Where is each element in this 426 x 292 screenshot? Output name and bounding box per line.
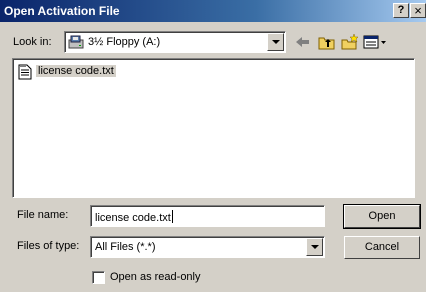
file-list[interactable]: license code.txt <box>12 58 415 198</box>
file-name-field[interactable]: license code.txt <box>90 205 325 227</box>
floppy-drive-icon <box>68 35 84 49</box>
look-in-value: 3½ Floppy (A:) <box>88 36 161 48</box>
file-name-label: File name: <box>17 209 69 221</box>
close-button[interactable]: × <box>410 3 426 18</box>
open-button[interactable]: Open <box>343 204 421 229</box>
files-of-type-dropdown[interactable]: All Files (*.*) <box>90 236 325 258</box>
text-caret <box>171 210 173 223</box>
views-menu-icon[interactable] <box>362 33 388 51</box>
text-file-icon <box>18 64 32 80</box>
file-name-value: license code.txt <box>95 212 171 224</box>
help-button[interactable]: ? <box>393 3 409 18</box>
look-in-dropdown-arrow-icon[interactable] <box>267 33 284 51</box>
files-of-type-label: Files of type: <box>17 240 80 252</box>
files-of-type-dropdown-arrow-icon[interactable] <box>306 238 323 256</box>
window-title: Open Activation File <box>4 4 120 18</box>
file-list-item-label: license code.txt <box>36 65 116 77</box>
up-folder-icon[interactable] <box>317 33 337 51</box>
open-activation-file-dialog: Open Activation File ? × Look in: 3½ Flo… <box>0 0 426 292</box>
read-only-checkbox[interactable] <box>92 271 105 284</box>
back-icon[interactable] <box>293 33 313 51</box>
new-folder-icon[interactable] <box>340 33 360 51</box>
look-in-dropdown[interactable]: 3½ Floppy (A:) <box>64 31 286 53</box>
cancel-button[interactable]: Cancel <box>344 236 420 259</box>
title-bar[interactable]: Open Activation File ? × <box>0 0 426 22</box>
look-in-label: Look in: <box>13 36 52 48</box>
read-only-label[interactable]: Open as read-only <box>110 271 201 283</box>
files-of-type-value: All Files (*.*) <box>95 241 156 253</box>
